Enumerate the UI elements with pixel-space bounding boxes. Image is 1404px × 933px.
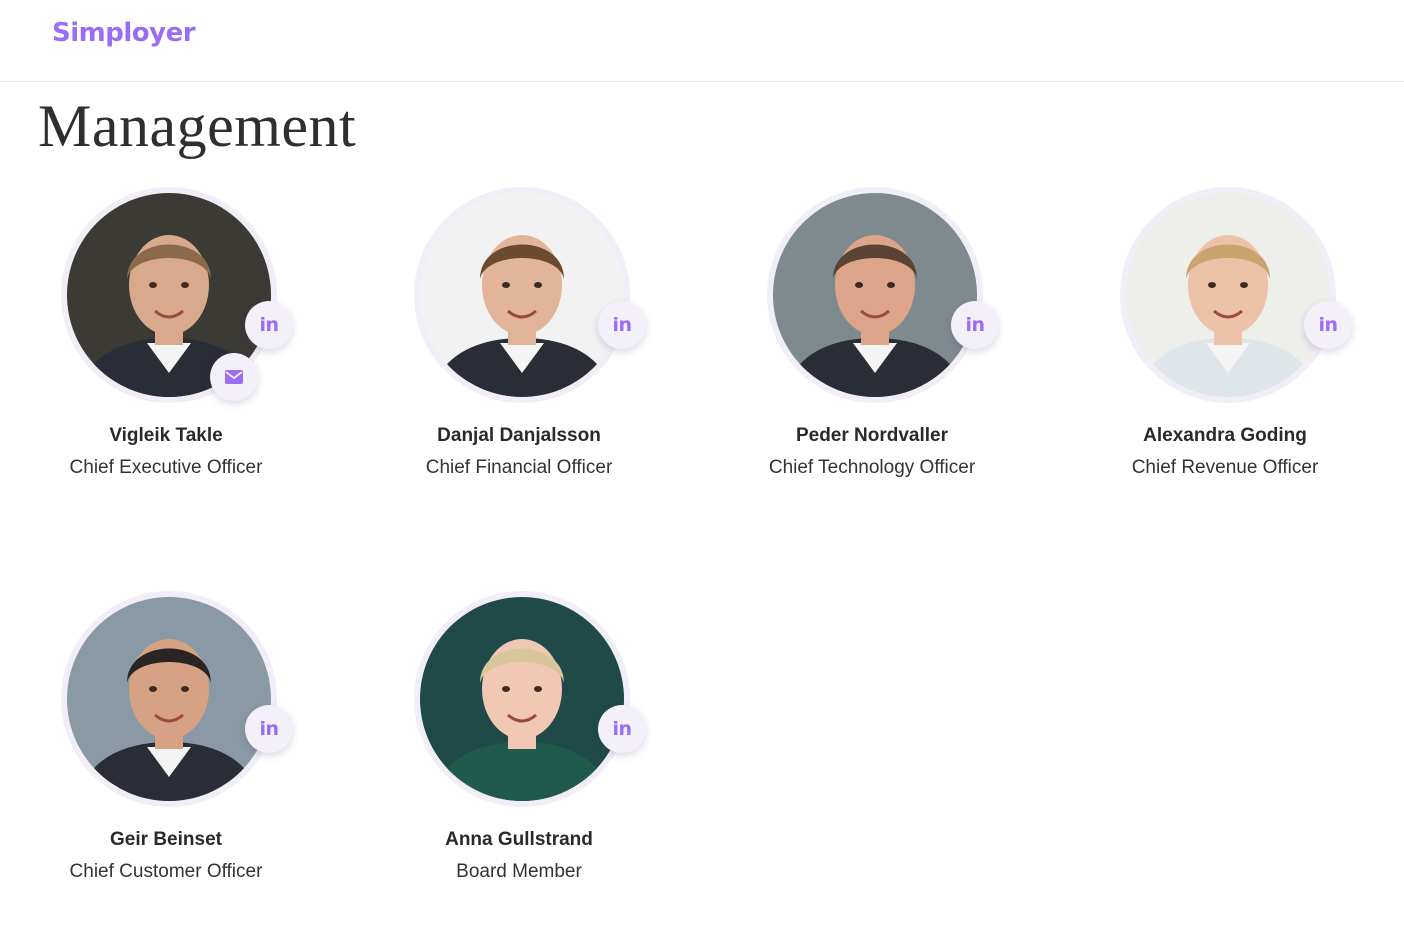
linkedin-icon: in	[612, 718, 632, 740]
profile-photo	[773, 193, 977, 397]
person-role: Board Member	[456, 861, 582, 882]
page-title: Management	[38, 93, 357, 159]
mail-icon	[225, 370, 243, 384]
avatar: in	[767, 187, 999, 403]
profile-photo	[1126, 193, 1330, 397]
person-role: Chief Executive Officer	[69, 457, 263, 478]
profile-photo	[420, 597, 624, 801]
person-name: Alexandra Goding	[1143, 425, 1307, 446]
simployer-logo[interactable]: Simployer	[52, 18, 196, 48]
avatar: in	[61, 591, 293, 807]
linkedin-icon: in	[612, 314, 632, 336]
linkedin-button[interactable]: in	[951, 301, 999, 349]
person-role: Chief Revenue Officer	[1131, 457, 1319, 478]
avatar: in	[414, 591, 646, 807]
avatar: in	[1120, 187, 1352, 403]
team-member-card: in Danjal Danjalsson Chief Financial Off…	[369, 187, 669, 507]
linkedin-icon: in	[259, 314, 279, 336]
avatar: in	[414, 187, 646, 403]
team-member-card: in Geir Beinset Chief Customer Officer	[16, 591, 316, 911]
team-member-card: in Alexandra Goding Chief Revenue Office…	[1075, 187, 1375, 507]
linkedin-button[interactable]: in	[1304, 301, 1352, 349]
profile-photo	[420, 193, 624, 397]
linkedin-icon: in	[1318, 314, 1338, 336]
linkedin-button[interactable]: in	[245, 301, 293, 349]
linkedin-icon: in	[965, 314, 985, 336]
person-role: Chief Financial Officer	[425, 457, 613, 478]
email-button[interactable]	[210, 353, 258, 401]
linkedin-button[interactable]: in	[598, 705, 646, 753]
person-name: Vigleik Takle	[109, 425, 223, 446]
linkedin-icon: in	[259, 718, 279, 740]
team-member-card: in Anna Gullstrand Board Member	[369, 591, 669, 911]
team-member-card: in Peder Nordvaller Chief Technology Off…	[722, 187, 1022, 507]
team-member-card: in Vigleik Takle Chief Executive Officer	[16, 187, 316, 507]
person-name: Peder Nordvaller	[795, 425, 949, 446]
person-name: Geir Beinset	[110, 829, 222, 850]
person-name: Anna Gullstrand	[445, 829, 593, 850]
profile-photo	[67, 597, 271, 801]
top-navigation-bar: Simployer	[0, 0, 1404, 82]
linkedin-button[interactable]: in	[598, 301, 646, 349]
avatar: in	[61, 187, 293, 403]
person-role: Chief Customer Officer	[69, 861, 263, 882]
person-name: Danjal Danjalsson	[437, 425, 601, 446]
linkedin-button[interactable]: in	[245, 705, 293, 753]
person-role: Chief Technology Officer	[768, 457, 976, 478]
